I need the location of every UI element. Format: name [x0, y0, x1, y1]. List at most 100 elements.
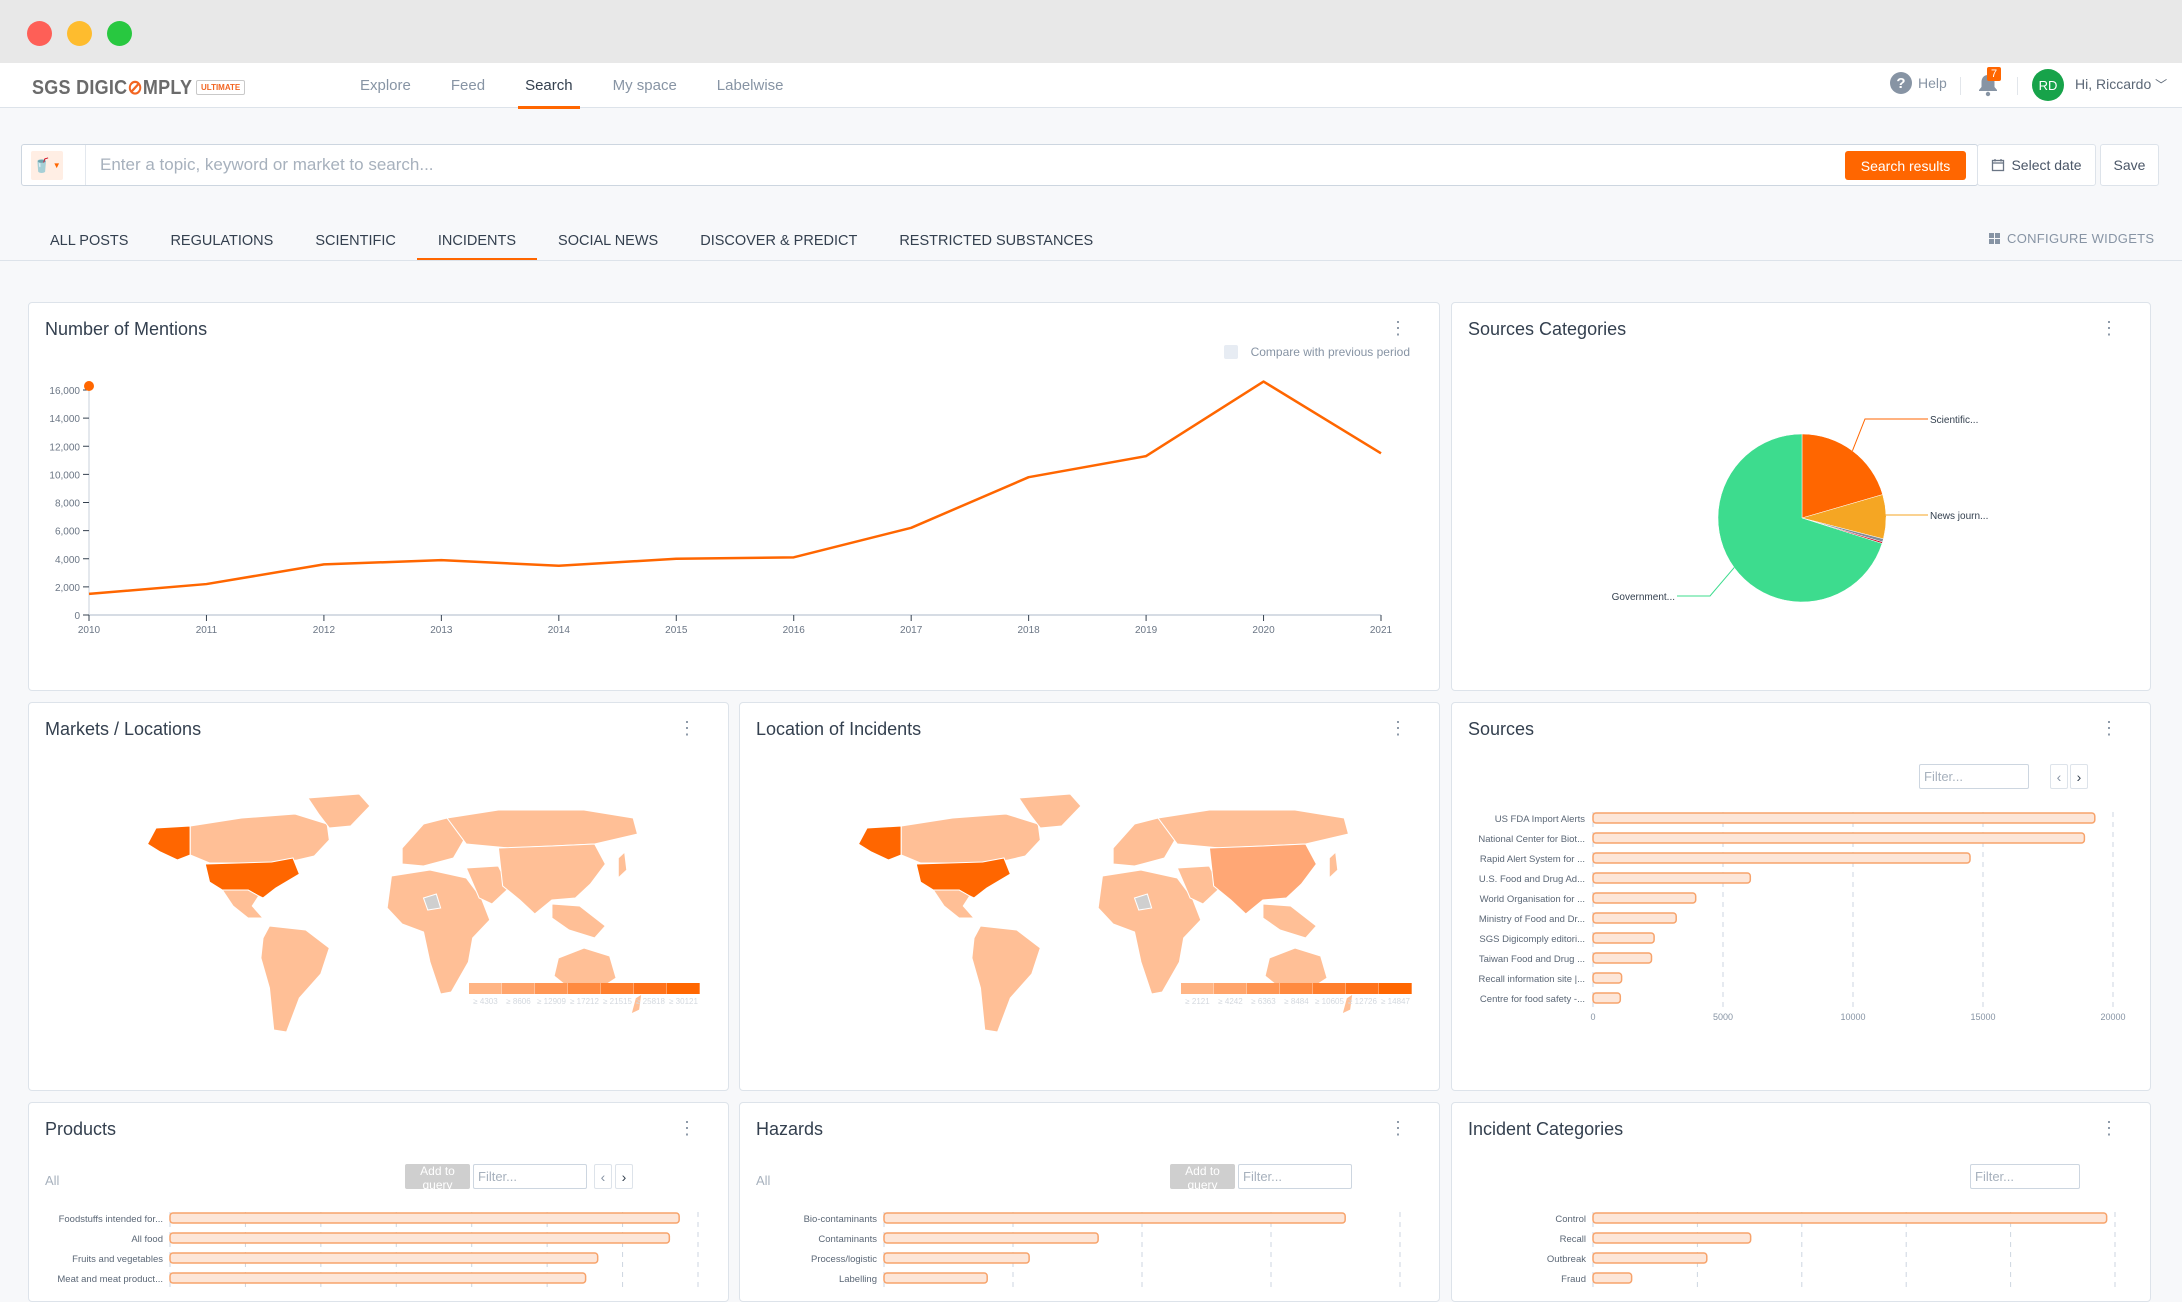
widget-sources: Sources ⋮ ‹ › 05000100001500020000US FDA…	[1451, 702, 2151, 1091]
map-legend: ≥ 2121 ≥ 4242 ≥ 6363 ≥ 8484 ≥ 10605 ≥ 12726 ≥ …	[1181, 983, 1412, 1006]
minimize-window-button[interactable]	[67, 21, 92, 46]
country-japan[interactable]	[617, 850, 628, 880]
legend-swatch	[1379, 983, 1412, 994]
divider	[85, 145, 86, 185]
logo[interactable]: SGS DIGIC⊘MPLY	[32, 75, 192, 100]
bar[interactable]	[1592, 1212, 2108, 1224]
content-tabs: ALL POSTS REGULATIONS SCIENTIFIC INCIDEN…	[29, 222, 1114, 261]
tab-regulations[interactable]: REGULATIONS	[149, 222, 294, 260]
legend-item: ≥ 17212	[568, 983, 601, 1006]
country-africa[interactable]	[386, 869, 491, 995]
x-tick-label: 2010	[78, 625, 101, 636]
country-canada[interactable]	[900, 813, 1041, 864]
bar-label: Process/logistic	[811, 1254, 877, 1265]
country-south-america[interactable]	[971, 925, 1041, 1033]
tab-social-news[interactable]: SOCIAL NEWS	[537, 222, 679, 260]
bar[interactable]	[883, 1272, 988, 1284]
pie-label-leader	[1879, 514, 1928, 518]
world-map[interactable]	[740, 703, 1440, 1091]
bar[interactable]	[1592, 992, 1622, 1004]
bar[interactable]	[1592, 932, 1655, 944]
y-tick-label: 2,000	[55, 583, 80, 594]
notification-count-badge: 7	[1987, 67, 2002, 81]
world-map[interactable]	[29, 703, 729, 1091]
nav-labelwise[interactable]: Labelwise	[697, 63, 804, 108]
country-south-america[interactable]	[260, 925, 330, 1033]
bar[interactable]	[883, 1252, 1030, 1264]
save-button[interactable]: Save	[2100, 144, 2159, 186]
widget-hazards: Hazards ⋮ All Add to query Bio-contamina…	[739, 1102, 1440, 1302]
bar[interactable]	[169, 1232, 671, 1244]
bar[interactable]	[1592, 852, 1971, 864]
country-alaska[interactable]	[146, 825, 191, 861]
legend-label: ≥ 8484	[1284, 997, 1309, 1006]
bar[interactable]	[1592, 1232, 1752, 1244]
pie-slice-label: News journ...	[1930, 511, 1988, 522]
bar-label: US FDA Import Alerts	[1495, 814, 1586, 825]
bar[interactable]	[1592, 1272, 1633, 1284]
nav-my-space[interactable]: My space	[593, 63, 697, 108]
search-type-dropdown[interactable]: 🥤 ▼	[31, 151, 63, 180]
chevron-down-icon: ﹀	[2155, 78, 2168, 92]
bar[interactable]	[1592, 892, 1697, 904]
nav-explore[interactable]: Explore	[340, 63, 431, 108]
bar-label: Rapid Alert System for ...	[1480, 854, 1585, 865]
legend-item: ≥ 14847	[1379, 983, 1412, 1006]
country-africa[interactable]	[1097, 869, 1202, 995]
avatar[interactable]: RD	[2032, 69, 2064, 101]
bar[interactable]	[1592, 972, 1623, 984]
tab-all-posts[interactable]: ALL POSTS	[29, 222, 149, 260]
legend-swatch	[601, 983, 634, 994]
bar[interactable]	[1592, 1252, 1708, 1264]
bar[interactable]	[883, 1212, 1346, 1224]
country-russia[interactable]	[446, 809, 639, 849]
tab-discover-predict[interactable]: DISCOVER & PREDICT	[679, 222, 878, 260]
select-date-button[interactable]: Select date	[1977, 144, 2096, 186]
country-canada[interactable]	[189, 813, 330, 864]
country-se-asia[interactable]	[1262, 903, 1318, 939]
legend-item: ≥ 21515	[601, 983, 634, 1006]
bar[interactable]	[1592, 952, 1653, 964]
tab-restricted-substances[interactable]: RESTRICTED SUBSTANCES	[878, 222, 1114, 260]
close-window-button[interactable]	[27, 21, 52, 46]
widget-incident-categories: Incident Categories ⋮ ControlRecallOutbr…	[1451, 1102, 2151, 1302]
country-japan[interactable]	[1328, 850, 1339, 880]
search-results-button[interactable]: Search results	[1845, 151, 1966, 180]
bar[interactable]	[1592, 812, 2096, 824]
bar-label: SGS Digicomply editori...	[1479, 934, 1585, 945]
pie-slice-label: Scientific...	[1930, 415, 1978, 426]
bar[interactable]	[169, 1272, 587, 1284]
x-tick-label: 10000	[1840, 1012, 1865, 1022]
legend-swatch	[1181, 983, 1214, 994]
search-input[interactable]	[100, 150, 1550, 180]
maximize-window-button[interactable]	[107, 21, 132, 46]
legend-label: ≥ 2121	[1185, 997, 1210, 1006]
x-tick-label: 2017	[900, 625, 923, 636]
user-menu[interactable]: Hi, Riccardo ﹀	[2075, 76, 2167, 93]
bar-label: Meat and meat product...	[57, 1274, 163, 1285]
tab-scientific[interactable]: SCIENTIFIC	[294, 222, 417, 260]
configure-widgets-button[interactable]: CONFIGURE WIDGETS	[1989, 231, 2154, 246]
tab-incidents[interactable]: INCIDENTS	[416, 222, 538, 261]
country-alaska[interactable]	[857, 825, 902, 861]
nav-feed[interactable]: Feed	[431, 63, 505, 108]
country-se-asia[interactable]	[551, 903, 607, 939]
divider	[1960, 77, 1961, 95]
help-label: Help	[1918, 75, 1947, 91]
bar[interactable]	[169, 1252, 599, 1264]
select-date-label: Select date	[2011, 157, 2082, 173]
country-russia[interactable]	[1157, 809, 1350, 849]
bar[interactable]	[1592, 832, 2086, 844]
bar[interactable]	[883, 1232, 1099, 1244]
bar[interactable]	[169, 1212, 680, 1224]
notifications-button[interactable]: 7	[1977, 67, 2002, 97]
caret-down-icon: ▼	[52, 161, 61, 170]
help-link[interactable]: ? Help	[1890, 72, 1947, 94]
legend-label: ≥ 25818	[636, 997, 665, 1006]
nav-search[interactable]: Search	[505, 63, 593, 109]
bar[interactable]	[1592, 912, 1677, 924]
app-header: SGS DIGIC⊘MPLY ULTIMATE Explore Feed Sea…	[0, 63, 2182, 109]
bar-label: U.S. Food and Drug Ad...	[1479, 874, 1585, 885]
logo-check-icon: ⊘	[127, 77, 143, 99]
bar[interactable]	[1592, 872, 1752, 884]
